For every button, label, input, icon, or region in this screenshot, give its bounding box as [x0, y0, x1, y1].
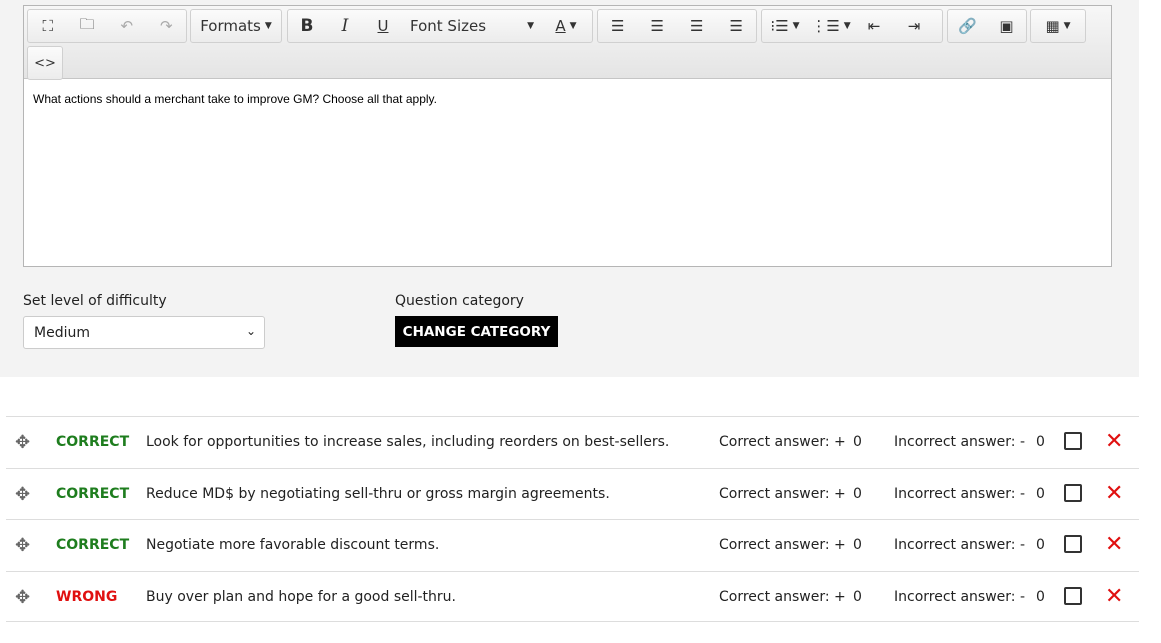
image-icon[interactable]: ▣ — [987, 10, 1026, 42]
drag-handle-icon[interactable]: ✥ — [15, 535, 30, 556]
status-badge: CORRECT — [56, 485, 130, 502]
edit-icon[interactable] — [1064, 483, 1082, 502]
delete-icon[interactable]: ✕ — [1105, 584, 1123, 609]
answer-row: ✥ CORRECT Negotiate more favorable disco… — [6, 519, 1139, 571]
bold-button[interactable]: B — [288, 10, 326, 42]
correct-answer-label: Correct answer: + — [719, 485, 846, 502]
correct-answer-label: Correct answer: + — [719, 434, 846, 450]
answer-row: ✥ WRONG Buy over plan and hope for a goo… — [6, 570, 1139, 623]
link-icon[interactable]: 🔗 — [948, 10, 987, 42]
incorrect-answer-value: 0 — [1036, 537, 1045, 554]
difficulty-label: Set level of difficulty — [23, 293, 167, 309]
indent-icon[interactable]: ⇥ — [894, 10, 934, 42]
delete-icon[interactable]: ✕ — [1105, 481, 1123, 506]
edit-icon[interactable] — [1064, 586, 1082, 605]
undo-icon[interactable]: ↶ — [107, 10, 147, 42]
chevron-down-icon: ⌄ — [245, 324, 256, 338]
difficulty-select[interactable]: Medium ⌄ — [23, 316, 265, 349]
question-editor-panel: ⛶ 🗀 ↶ ↷ Formats ▼ B I U Font Sizes ▼ A ▼ ☰ … — [0, 0, 1139, 377]
incorrect-answer-value: 0 — [1036, 434, 1045, 450]
drag-handle-icon[interactable]: ✥ — [15, 432, 30, 453]
answer-text: Negotiate more favorable discount terms. — [146, 537, 440, 554]
align-justify-icon[interactable]: ☰ — [717, 10, 757, 42]
correct-answer-label: Correct answer: + — [719, 537, 846, 554]
correct-answer-value: 0 — [853, 434, 862, 450]
correct-answer-label: Correct answer: + — [719, 588, 846, 605]
drag-handle-icon[interactable]: ✥ — [15, 484, 30, 505]
incorrect-answer-label: Incorrect answer: - — [894, 485, 1026, 502]
fullscreen-icon[interactable]: ⛶ — [28, 10, 68, 42]
correct-answer-value: 0 — [853, 537, 862, 554]
font-sizes-label: Font Sizes — [410, 17, 487, 35]
edit-icon[interactable] — [1064, 535, 1082, 554]
font-sizes-dropdown[interactable]: Font Sizes ▼ — [402, 10, 542, 42]
answer-text: Look for opportunities to increase sales… — [146, 434, 670, 450]
redo-icon[interactable]: ↷ — [147, 10, 187, 42]
text-color-button[interactable]: A ▼ — [542, 10, 590, 42]
status-badge: CORRECT — [56, 434, 130, 450]
incorrect-answer-label: Incorrect answer: - — [894, 537, 1026, 554]
find-folder-icon[interactable]: 🗀 — [68, 10, 108, 42]
difficulty-value: Medium — [34, 325, 90, 341]
formats-label: Formats — [200, 17, 261, 35]
status-badge: CORRECT — [56, 537, 130, 554]
formats-dropdown[interactable]: Formats ▼ — [191, 10, 281, 42]
correct-answer-value: 0 — [853, 588, 862, 605]
outdent-icon[interactable]: ⇤ — [854, 10, 894, 42]
caret-down-icon: ▼ — [264, 21, 272, 31]
caret-down-icon: ▼ — [569, 21, 577, 31]
incorrect-answer-value: 0 — [1036, 485, 1045, 502]
delete-icon[interactable]: ✕ — [1105, 429, 1123, 454]
incorrect-answer-label: Incorrect answer: - — [894, 588, 1026, 605]
italic-button[interactable]: I — [326, 10, 364, 42]
align-center-icon[interactable]: ☰ — [638, 10, 678, 42]
delete-icon[interactable]: ✕ — [1105, 532, 1123, 557]
change-category-button[interactable]: CHANGE CATEGORY — [395, 316, 558, 347]
answer-list: ✥ CORRECT Look for opportunities to incr… — [6, 416, 1139, 623]
status-badge: WRONG — [56, 588, 118, 605]
numbered-list-icon[interactable]: ⋮☰ ▼ — [808, 10, 854, 42]
incorrect-answer-label: Incorrect answer: - — [894, 434, 1026, 450]
incorrect-answer-value: 0 — [1036, 588, 1045, 605]
underline-button[interactable]: U — [364, 10, 402, 42]
correct-answer-value: 0 — [853, 485, 862, 502]
bullet-list-icon[interactable]: ⁝☰ ▼ — [762, 10, 808, 42]
answer-text: Buy over plan and hope for a good sell-t… — [146, 588, 457, 605]
editor-content[interactable]: What actions should a merchant take to i… — [24, 79, 1111, 119]
rich-text-editor: ⛶ 🗀 ↶ ↷ Formats ▼ B I U Font Sizes ▼ A ▼ ☰ … — [23, 5, 1112, 267]
editor-toolbar: ⛶ 🗀 ↶ ↷ Formats ▼ B I U Font Sizes ▼ A ▼ ☰ … — [24, 6, 1111, 80]
drag-handle-icon[interactable]: ✥ — [15, 587, 30, 608]
answer-text: Reduce MD$ by negotiating sell-thru or g… — [146, 485, 610, 502]
answer-row: ✥ CORRECT Look for opportunities to incr… — [6, 416, 1139, 468]
align-left-icon[interactable]: ☰ — [598, 10, 638, 42]
caret-down-icon: ▼ — [527, 21, 534, 31]
edit-icon[interactable] — [1064, 432, 1082, 450]
category-label: Question category — [395, 293, 524, 309]
table-icon[interactable]: ▦ ▼ — [1031, 10, 1085, 42]
source-code-button[interactable]: <> — [28, 47, 62, 79]
align-right-icon[interactable]: ☰ — [677, 10, 717, 42]
answer-row: ✥ CORRECT Reduce MD$ by negotiating sell… — [6, 467, 1139, 520]
text-color-label: A — [555, 17, 566, 35]
